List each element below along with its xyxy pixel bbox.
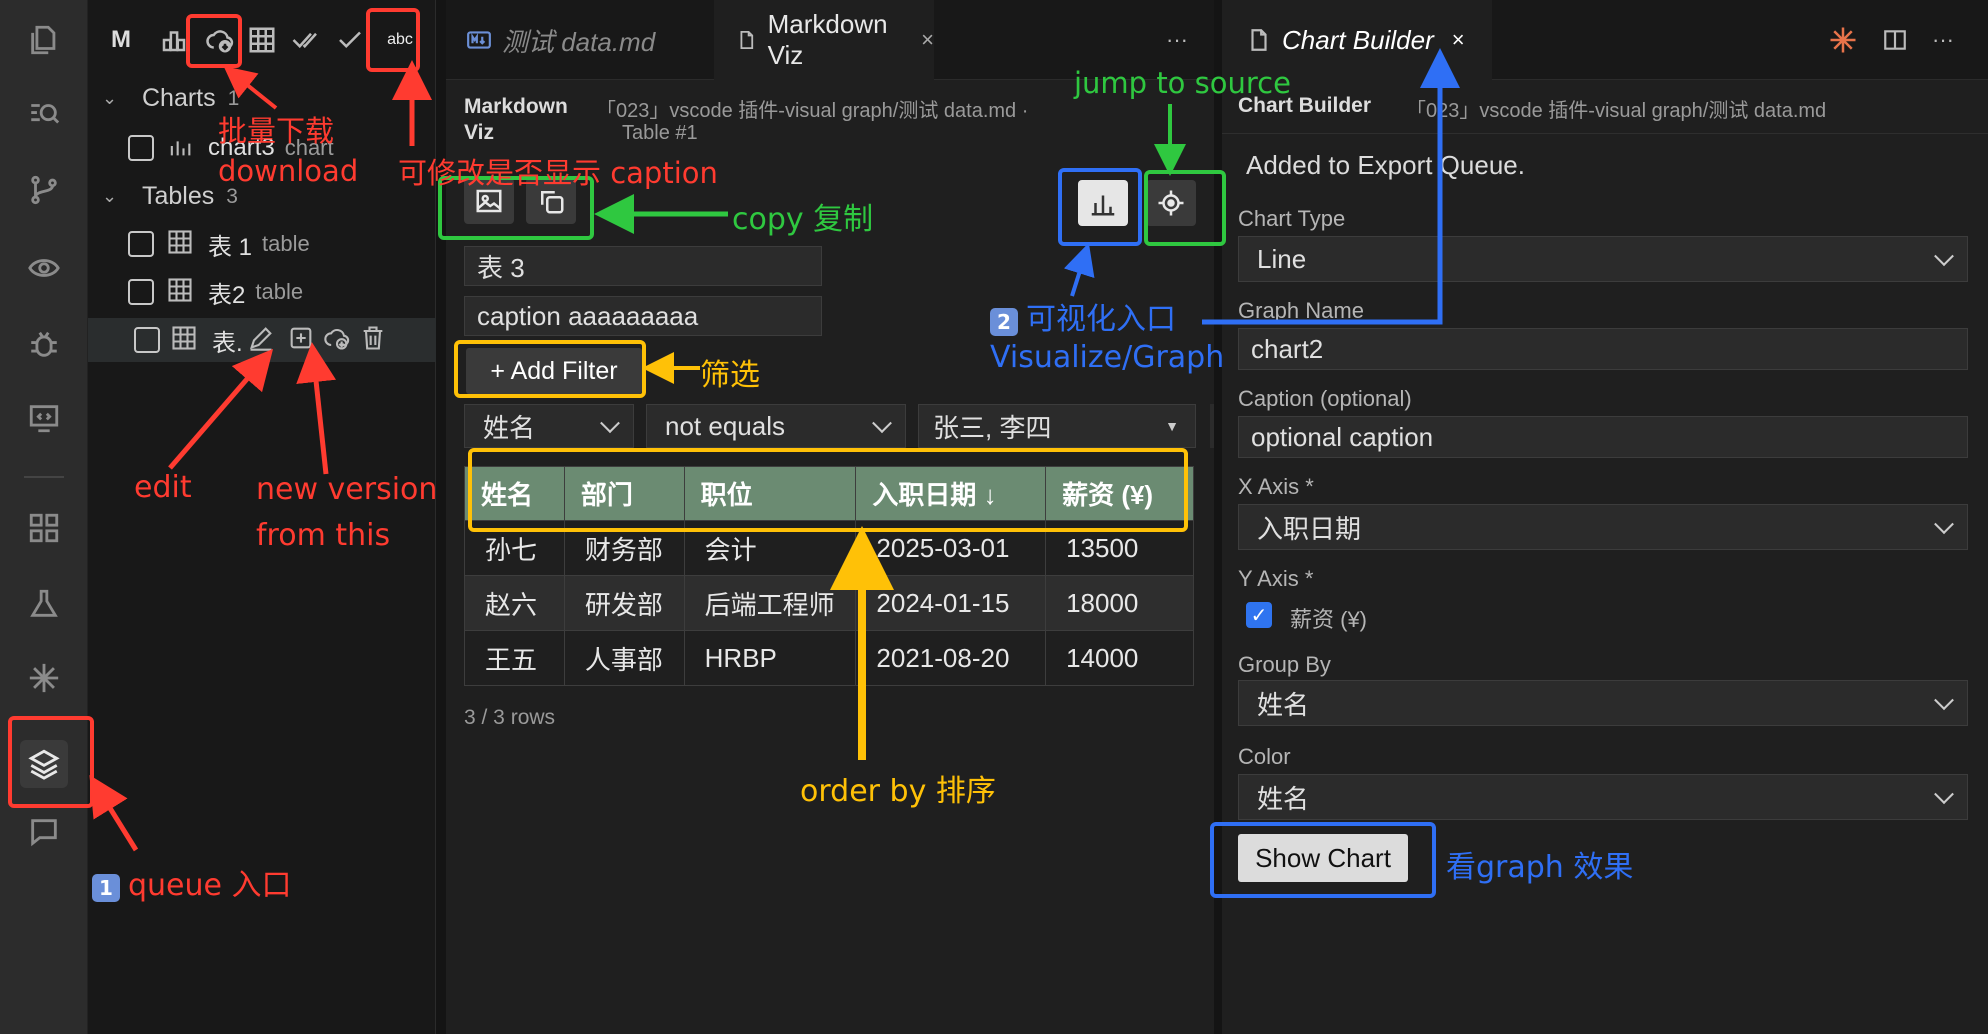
annotation-queue: 1 queue 入口 [92, 860, 292, 904]
annotation-download: download [218, 154, 359, 188]
arrow-download [223, 66, 278, 110]
arrow-queue [89, 775, 139, 852]
annotation-filter: 筛选 [700, 358, 760, 393]
annotation-visualize-en: Visualize/Graph [990, 340, 1225, 375]
annotation-visualize-text: 可视化入口 [1026, 302, 1176, 337]
arrow-visualize [1063, 242, 1095, 297]
annotation-see-graph: 看graph 效果 [1446, 850, 1634, 885]
annotation-copy: copy 复制 [732, 202, 874, 237]
step-badge: 1 [92, 874, 120, 902]
arrow-graph-name [1202, 48, 1460, 325]
arrow-edit [168, 348, 274, 470]
arrow-new-version [296, 342, 337, 475]
annotation-order-by: order by 排序 [800, 774, 996, 809]
annotation-caption-toggle: 可修改是否显示 caption [398, 156, 718, 190]
annotation-edit: edit [134, 470, 192, 505]
annotation-visualize-zh: 2 可视化入口 [990, 294, 1176, 338]
step-badge: 2 [990, 308, 1018, 336]
annotation-jump-to-source: jump to source [1074, 66, 1291, 100]
annotation-from-this: from this [256, 518, 391, 553]
annotation-queue-text: queue 入口 [128, 868, 292, 903]
annotation-new-version: new version [256, 472, 438, 507]
annotation-batch-download: 批量下载 [218, 114, 335, 148]
